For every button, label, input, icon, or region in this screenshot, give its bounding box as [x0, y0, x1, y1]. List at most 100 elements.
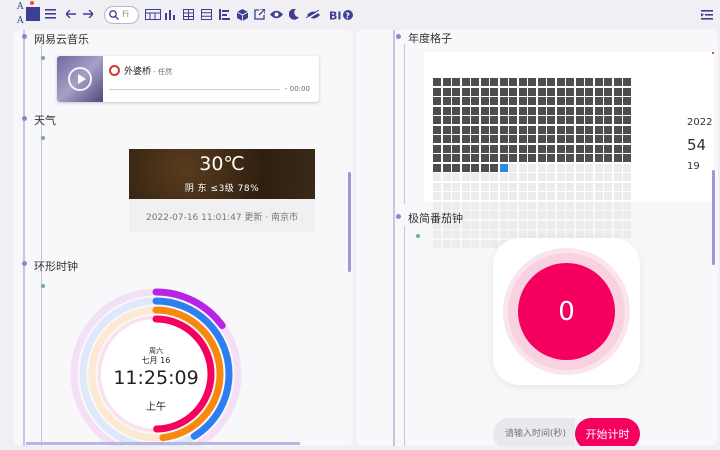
weather-sub-bullet[interactable]	[41, 136, 45, 140]
year-day-cell	[490, 154, 498, 162]
pomodoro-sub-bullet[interactable]	[416, 234, 420, 238]
bar-chart-icon[interactable]	[163, 8, 177, 21]
year-day-cell	[480, 211, 489, 219]
menu-icon[interactable]	[43, 7, 57, 21]
forward-arrow-icon[interactable]	[82, 7, 94, 21]
year-day-cell	[537, 106, 546, 115]
clock-time: 11:25:09	[113, 367, 199, 389]
year-day-cell	[623, 173, 631, 181]
font-size-decrease-icon[interactable]: A	[17, 16, 24, 26]
left-scrollbar[interactable]	[348, 172, 351, 272]
year-day-cell	[604, 116, 612, 124]
year-day-cell	[518, 201, 527, 210]
year-day-cell	[490, 211, 498, 219]
year-day-cell	[509, 211, 517, 219]
year-day-cell	[518, 154, 527, 162]
year-day-cell	[480, 163, 489, 172]
search-icon	[109, 10, 119, 20]
align-icon[interactable]	[217, 8, 231, 21]
year-day-cell	[556, 163, 565, 172]
start-timer-button[interactable]: 开始计时	[575, 418, 640, 446]
back-arrow-icon[interactable]	[65, 7, 77, 21]
clock-bullet[interactable]	[22, 261, 27, 266]
year-day-cell	[518, 125, 527, 134]
year-day-cell	[452, 192, 460, 200]
outline-toggle-icon[interactable]	[700, 8, 714, 21]
external-link-icon[interactable]	[252, 8, 266, 21]
music-sub-bullet[interactable]	[41, 56, 45, 60]
year-day-cell	[556, 97, 565, 105]
year-day-cell	[556, 211, 565, 219]
year-day-cell	[433, 144, 441, 153]
year-day-cell	[613, 220, 622, 229]
year-day-cell	[537, 135, 546, 143]
year-day-cell	[490, 201, 498, 210]
music-progress-bar[interactable]	[109, 89, 280, 90]
eye-slash-icon[interactable]	[305, 8, 321, 21]
year-day-cell	[480, 201, 489, 210]
year-day-cell	[509, 201, 517, 210]
year-day-cell	[461, 182, 470, 191]
year-day-cell	[452, 144, 460, 153]
year-day-cell	[471, 211, 479, 219]
year-day-cell	[461, 97, 470, 105]
year-day-cell	[518, 173, 527, 181]
year-day-cell	[566, 116, 574, 124]
year-day-cell	[547, 173, 555, 181]
left-horizontal-scrollbar[interactable]	[26, 442, 300, 445]
eye-icon[interactable]	[269, 8, 283, 21]
play-icon[interactable]	[68, 67, 92, 91]
table-calendar-icon[interactable]	[145, 8, 161, 21]
theme-square-icon[interactable]	[26, 7, 40, 21]
year-day-cell	[509, 116, 517, 124]
list-icon[interactable]	[199, 8, 213, 21]
year-day-cell	[575, 211, 584, 219]
year-day-cell	[471, 144, 479, 153]
cube-icon[interactable]	[235, 8, 249, 21]
bold-italic-help-icon[interactable]: BI?	[329, 8, 353, 21]
font-size-increase-icon[interactable]: A	[17, 2, 24, 12]
moon-icon[interactable]	[287, 8, 301, 21]
grid-icon[interactable]	[181, 8, 195, 21]
year-day-cell	[604, 201, 612, 210]
year-day-cell	[509, 220, 517, 229]
year-day-cell	[566, 106, 574, 115]
year-day-cell	[509, 125, 517, 134]
year-day-cell	[471, 106, 479, 115]
year-day-cell	[566, 87, 574, 96]
year-day-cell	[442, 230, 451, 238]
year-day-cell	[499, 220, 508, 229]
year-day-cell	[585, 211, 593, 219]
right-scrollbar[interactable]	[712, 170, 715, 265]
pomodoro-counter[interactable]: 0	[518, 263, 615, 360]
year-day-cell	[528, 125, 536, 134]
year-day-cell	[594, 106, 603, 115]
pomodoro-seconds-input[interactable]	[493, 418, 575, 446]
year-day-cell	[537, 211, 546, 219]
year-day-cell	[442, 163, 451, 172]
year-day-cell	[461, 230, 470, 238]
year-day-cell	[556, 135, 565, 143]
year-day-cell	[556, 230, 565, 238]
year-day-cell	[442, 173, 451, 181]
year-day-cell	[499, 182, 508, 191]
year-day-cell	[604, 230, 612, 238]
music-bullet[interactable]	[22, 34, 27, 39]
year-day-cell	[518, 97, 527, 105]
year-day-cell	[594, 154, 603, 162]
year-day-cell	[480, 192, 489, 200]
outline-guide-inner-2	[404, 226, 405, 446]
year-day-cell	[509, 154, 517, 162]
year-day-cell	[461, 106, 470, 115]
weather-bullet[interactable]	[22, 116, 27, 121]
year-day-cell	[613, 116, 622, 124]
year-heading: 年度格子	[408, 32, 452, 45]
year-day-cell	[471, 97, 479, 105]
search-input[interactable]: Fi	[104, 6, 139, 24]
clock-sub-bullet[interactable]	[41, 284, 45, 288]
year-day-cell	[490, 173, 498, 181]
year-bullet[interactable]	[396, 34, 401, 39]
year-day-cell	[480, 154, 489, 162]
year-day-cell	[528, 135, 536, 143]
pomodoro-bullet[interactable]	[396, 214, 401, 219]
